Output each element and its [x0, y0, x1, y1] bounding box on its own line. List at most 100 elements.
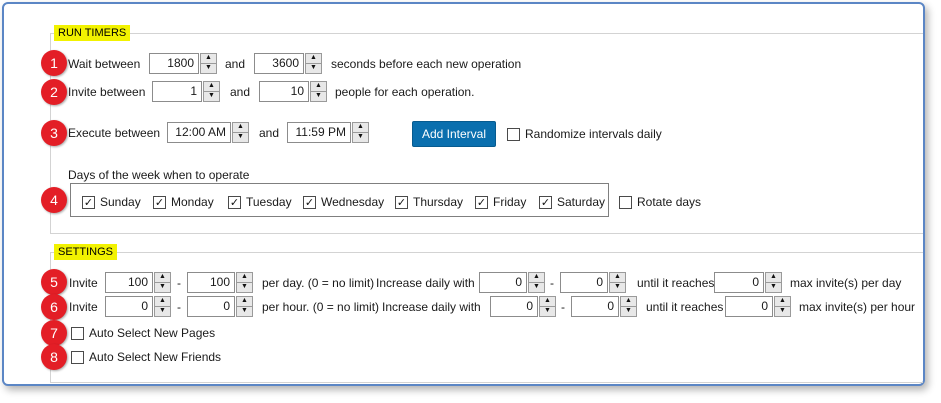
spin-up-icon[interactable]: ▲	[200, 53, 217, 64]
spin-down-icon[interactable]: ▼	[203, 92, 220, 102]
checkbox-box[interactable]	[71, 326, 84, 340]
spin-up-icon[interactable]: ▲	[352, 122, 369, 133]
check-icon[interactable]: ✓	[82, 195, 95, 209]
spin-down-icon[interactable]: ▼	[774, 307, 791, 317]
per-hour-max-stepper[interactable]: 0 ▲ ▼	[187, 296, 253, 317]
check-icon[interactable]: ✓	[153, 195, 166, 209]
spin-up-icon[interactable]: ▲	[236, 272, 253, 283]
check-icon[interactable]: ✓	[395, 195, 408, 209]
settings-title: SETTINGS	[54, 244, 118, 260]
rotate-days-checkbox[interactable]: Rotate days	[619, 194, 701, 210]
spin-down-icon[interactable]: ▼	[352, 133, 369, 143]
randomize-intervals-label: Randomize intervals daily	[525, 127, 662, 141]
spin-up-icon[interactable]: ▲	[765, 272, 782, 283]
spin-up-icon[interactable]: ▲	[528, 272, 545, 283]
day-tuesday-checkbox[interactable]: ✓ Tuesday	[228, 194, 292, 210]
per-day-inc-min-value[interactable]: 0	[479, 272, 527, 293]
spin-up-icon[interactable]: ▲	[154, 296, 171, 307]
step-badge-8: 8	[41, 344, 67, 370]
spin-up-icon[interactable]: ▲	[620, 296, 637, 307]
spin-up-icon[interactable]: ▲	[203, 81, 220, 92]
spin-down-icon[interactable]: ▼	[528, 283, 545, 293]
per-day-inc-max-stepper[interactable]: 0 ▲ ▼	[560, 272, 626, 293]
spin-down-icon[interactable]: ▼	[154, 283, 171, 293]
wait-max-value[interactable]: 3600	[254, 53, 304, 74]
day-label: Thursday	[413, 195, 464, 209]
spin-up-icon[interactable]: ▲	[154, 272, 171, 283]
check-icon[interactable]: ✓	[303, 195, 316, 209]
invite-min-value[interactable]: 1	[152, 81, 202, 102]
per-day-cap-value[interactable]: 0	[714, 272, 764, 293]
spin-down-icon[interactable]: ▼	[539, 307, 556, 317]
day-label: Friday	[493, 195, 527, 209]
per-hour-inc-min-stepper[interactable]: 0 ▲ ▼	[490, 296, 556, 317]
checkbox-box[interactable]	[71, 350, 84, 364]
spin-up-icon[interactable]: ▲	[232, 122, 249, 133]
spin-down-icon[interactable]: ▼	[310, 92, 327, 102]
execute-end-value[interactable]: 11:59 PM	[287, 122, 351, 143]
auto-select-pages-checkbox[interactable]: Auto Select New Pages	[71, 325, 215, 341]
spin-up-icon[interactable]: ▲	[539, 296, 556, 307]
check-icon[interactable]: ✓	[228, 195, 241, 209]
spin-down-icon[interactable]: ▼	[609, 283, 626, 293]
per-day-min-value[interactable]: 100	[105, 272, 153, 293]
spin-up-icon[interactable]: ▲	[236, 296, 253, 307]
per-hour-min-stepper[interactable]: 0 ▲ ▼	[105, 296, 171, 317]
day-monday-checkbox[interactable]: ✓ Monday	[153, 194, 214, 210]
auto-select-friends-checkbox[interactable]: Auto Select New Friends	[71, 349, 221, 365]
per-day-max-value[interactable]: 100	[187, 272, 235, 293]
per-hour-inc-min-value[interactable]: 0	[490, 296, 538, 317]
check-icon[interactable]: ✓	[475, 195, 488, 209]
per-day-min-stepper[interactable]: 100 ▲ ▼	[105, 272, 171, 293]
spin-up-icon[interactable]: ▲	[310, 81, 327, 92]
execute-and-label: and	[259, 126, 280, 140]
per-hour-inc-max-stepper[interactable]: 0 ▲ ▼	[571, 296, 637, 317]
increase-daily-label: Increase daily with	[376, 276, 475, 290]
max-per-hour-label: max invite(s) per hour	[799, 300, 916, 314]
dash-separator: -	[177, 300, 181, 314]
dash-separator: -	[561, 300, 565, 314]
per-day-inc-max-value[interactable]: 0	[560, 272, 608, 293]
per-hour-cap-value[interactable]: 0	[725, 296, 773, 317]
per-hour-inc-max-value[interactable]: 0	[571, 296, 619, 317]
wait-min-stepper[interactable]: 1800 ▲ ▼	[149, 53, 217, 74]
wait-and-label: and	[225, 57, 246, 71]
spin-down-icon[interactable]: ▼	[305, 64, 322, 74]
spin-down-icon[interactable]: ▼	[154, 307, 171, 317]
wait-max-stepper[interactable]: 3600 ▲ ▼	[254, 53, 322, 74]
per-day-max-stepper[interactable]: 100 ▲ ▼	[187, 272, 253, 293]
checkbox-box[interactable]	[507, 127, 520, 141]
per-hour-max-value[interactable]: 0	[187, 296, 235, 317]
spin-down-icon[interactable]: ▼	[200, 64, 217, 74]
invite-max-value[interactable]: 10	[259, 81, 309, 102]
spin-down-icon[interactable]: ▼	[236, 307, 253, 317]
spin-up-icon[interactable]: ▲	[305, 53, 322, 64]
day-sunday-checkbox[interactable]: ✓ Sunday	[82, 194, 141, 210]
invite-max-stepper[interactable]: 10 ▲ ▼	[259, 81, 327, 102]
day-thursday-checkbox[interactable]: ✓ Thursday	[395, 194, 463, 210]
spin-up-icon[interactable]: ▲	[774, 296, 791, 307]
execute-start-value[interactable]: 12:00 AM	[167, 122, 231, 143]
spin-down-icon[interactable]: ▼	[620, 307, 637, 317]
day-friday-checkbox[interactable]: ✓ Friday	[475, 194, 526, 210]
check-icon[interactable]: ✓	[539, 195, 552, 209]
spin-down-icon[interactable]: ▼	[236, 283, 253, 293]
step-badge-7: 7	[41, 320, 67, 346]
invite-min-stepper[interactable]: 1 ▲ ▼	[152, 81, 220, 102]
spin-down-icon[interactable]: ▼	[765, 283, 782, 293]
add-interval-button[interactable]: Add Interval	[412, 121, 496, 147]
per-day-inc-min-stepper[interactable]: 0 ▲ ▼	[479, 272, 545, 293]
dash-separator: -	[550, 276, 554, 290]
per-hour-min-value[interactable]: 0	[105, 296, 153, 317]
execute-end-time[interactable]: 11:59 PM ▲ ▼	[287, 122, 369, 143]
day-wednesday-checkbox[interactable]: ✓ Wednesday	[303, 194, 384, 210]
randomize-intervals-checkbox[interactable]: Randomize intervals daily	[507, 126, 662, 142]
execute-start-time[interactable]: 12:00 AM ▲ ▼	[167, 122, 249, 143]
per-hour-cap-stepper[interactable]: 0 ▲ ▼	[725, 296, 791, 317]
day-saturday-checkbox[interactable]: ✓ Saturday	[539, 194, 605, 210]
checkbox-box[interactable]	[619, 195, 632, 209]
wait-min-value[interactable]: 1800	[149, 53, 199, 74]
per-day-cap-stepper[interactable]: 0 ▲ ▼	[714, 272, 782, 293]
spin-down-icon[interactable]: ▼	[232, 133, 249, 143]
spin-up-icon[interactable]: ▲	[609, 272, 626, 283]
